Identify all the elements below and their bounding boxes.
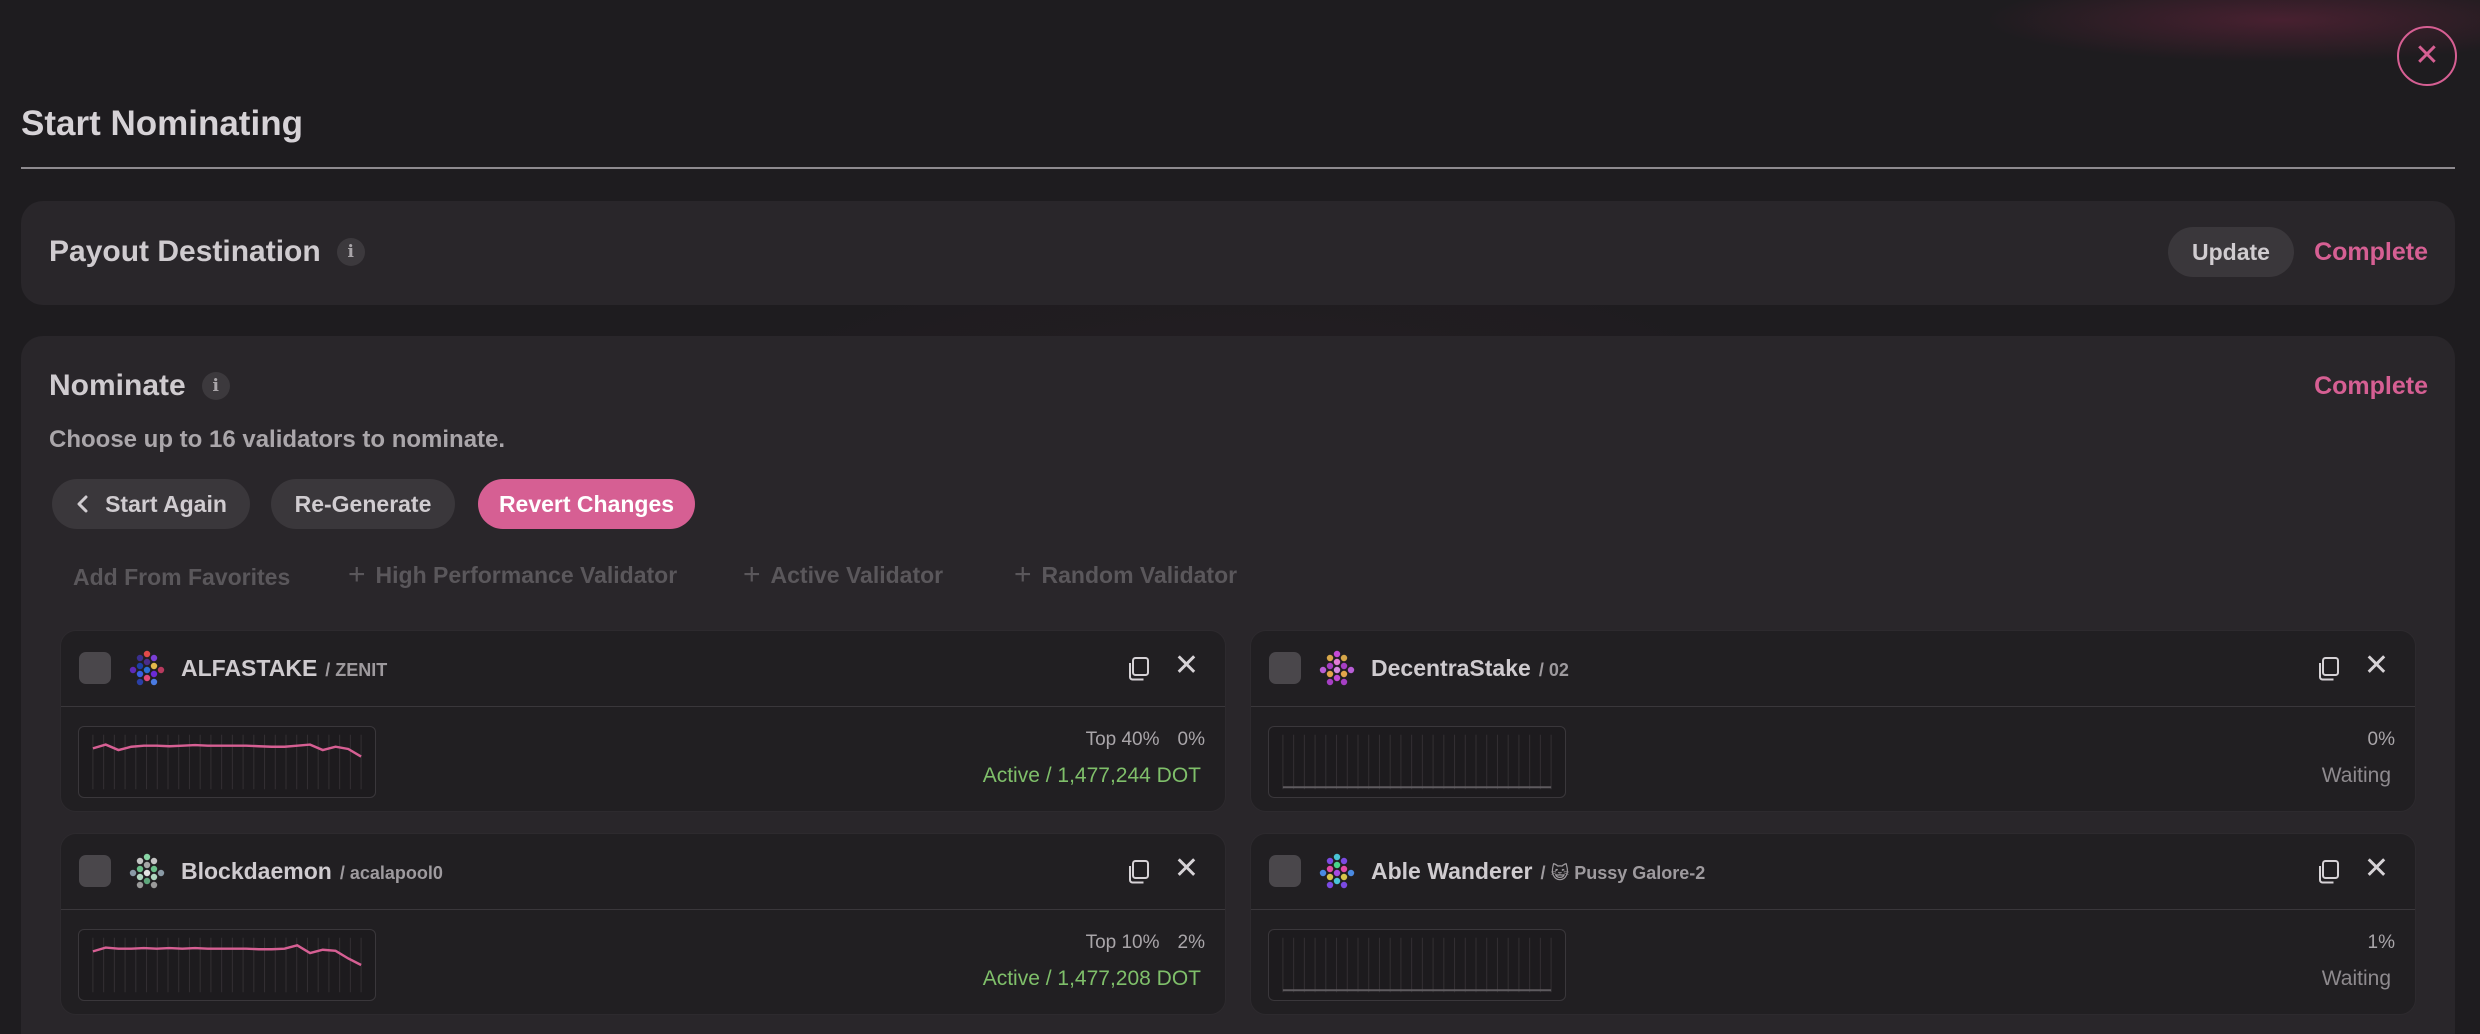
validator-commission: 1%: [2367, 932, 2395, 953]
card-divider: [1251, 706, 2415, 707]
payout-heading-label: Payout Destination: [49, 235, 321, 268]
era-points-sparkline: [78, 726, 376, 798]
add-from-favorites-button[interactable]: Add From Favorites: [73, 564, 290, 591]
validator-commission: 2%: [1177, 932, 1205, 953]
copy-icon[interactable]: [2315, 656, 2341, 682]
select-checkbox[interactable]: [1269, 652, 1301, 684]
validator-rank: Top 40%: [1085, 729, 1160, 750]
nominate-section: Nominate i Complete Choose up to 16 vali…: [21, 336, 2455, 1034]
validator-name: DecentraStake / 02: [1371, 655, 1569, 682]
validator-card: ALFASTAKE / ZENIT ✕ Top 40% 0% Active / 1,…: [60, 630, 1226, 812]
copy-icon[interactable]: [1125, 656, 1151, 682]
chevron-left-icon: [77, 495, 88, 513]
copy-icon[interactable]: [2315, 859, 2341, 885]
remove-icon[interactable]: ✕: [1174, 651, 1199, 681]
validator-name-label: DecentraStake: [1371, 655, 1531, 681]
close-icon: ✕: [2414, 39, 2440, 72]
validator-status: Waiting: [2321, 967, 2391, 990]
info-icon[interactable]: i: [336, 238, 365, 266]
validator-stats: Top 40% 0%: [1086, 729, 1205, 751]
validator-commission: 0%: [1177, 729, 1205, 750]
select-checkbox[interactable]: [79, 855, 111, 887]
remove-icon[interactable]: ✕: [2364, 651, 2389, 681]
select-checkbox[interactable]: [1269, 855, 1301, 887]
payout-complete-status: Complete: [2314, 238, 2428, 266]
validator-status: Active / 1,477,208 DOT: [982, 967, 1201, 990]
select-checkbox[interactable]: [79, 652, 111, 684]
plus-icon: +: [743, 558, 761, 591]
validator-sub-identity: / 😺 Pussy Galore-2: [1540, 863, 1706, 883]
card-divider: [1251, 909, 2415, 910]
validator-name-label: ALFASTAKE: [181, 655, 318, 681]
regenerate-button[interactable]: Re-Generate: [271, 479, 455, 529]
identicon: [1319, 650, 1355, 686]
nominate-complete-status: Complete: [2314, 372, 2428, 400]
payout-heading: Payout Destination i: [49, 235, 365, 269]
payout-destination-section: Payout Destination i Update Complete: [21, 201, 2455, 305]
validator-commission: 0%: [2367, 729, 2395, 750]
title-divider: [21, 167, 2455, 169]
add-random-button[interactable]: + Random Validator: [1014, 558, 1237, 592]
add-high-performance-label: High Performance Validator: [375, 561, 678, 588]
validator-card: Able Wanderer / 😺 Pussy Galore-2 ✕ 1% Wai…: [1250, 833, 2416, 1015]
close-button[interactable]: ✕: [2397, 26, 2457, 86]
validator-card: Blockdaemon / acalapool0 ✕ Top 10% 2% Acti…: [60, 833, 1226, 1015]
plus-icon: +: [348, 558, 366, 591]
validator-sub-identity: / ZENIT: [325, 660, 388, 680]
validator-stats: Top 10% 2%: [1086, 932, 1205, 954]
add-from-favorites-label: Add From Favorites: [73, 564, 291, 590]
era-points-sparkline: [1268, 929, 1566, 1001]
nominate-heading: Nominate i: [49, 369, 230, 403]
validator-sub-identity: / 02: [1538, 660, 1569, 680]
spark-series-line: [92, 743, 362, 758]
era-points-sparkline: [78, 929, 376, 1001]
validator-name-label: Blockdaemon: [181, 858, 332, 884]
era-points-sparkline: [1268, 726, 1566, 798]
validator-stats: 1%: [2368, 932, 2395, 954]
validator-card: DecentraStake / 02 ✕ 0% Waiting: [1250, 630, 2416, 812]
identicon: [1319, 853, 1355, 889]
revert-changes-button[interactable]: Revert Changes: [478, 479, 695, 529]
nominate-heading-label: Nominate: [49, 369, 186, 402]
validator-status: Active / 1,477,244 DOT: [982, 764, 1201, 787]
card-divider: [61, 706, 1225, 707]
validator-rank: Top 10%: [1085, 932, 1160, 953]
identicon: [129, 650, 165, 686]
page-title: Start Nominating: [21, 104, 303, 143]
update-button[interactable]: Update: [2168, 227, 2294, 277]
validator-name: Able Wanderer / 😺 Pussy Galore-2: [1371, 858, 1705, 885]
start-again-label: Start Again: [105, 490, 227, 517]
add-random-label: Random Validator: [1041, 561, 1238, 588]
start-again-button[interactable]: Start Again: [52, 479, 250, 529]
info-icon[interactable]: i: [201, 372, 230, 400]
card-divider: [61, 909, 1225, 910]
validator-stats: 0%: [2368, 729, 2395, 751]
identicon: [129, 853, 165, 889]
nominate-subtitle: Choose up to 16 validators to nominate.: [49, 426, 506, 453]
spark-series-line: [92, 944, 362, 967]
validator-sub-identity: / acalapool0: [339, 863, 443, 883]
add-active-button[interactable]: + Active Validator: [743, 558, 943, 592]
validator-name: Blockdaemon / acalapool0: [181, 858, 443, 885]
add-active-label: Active Validator: [770, 561, 944, 588]
validator-status: Waiting: [2321, 764, 2391, 787]
plus-icon: +: [1014, 558, 1032, 591]
validator-name-label: Able Wanderer: [1371, 858, 1533, 884]
copy-icon[interactable]: [1125, 859, 1151, 885]
add-high-performance-button[interactable]: + High Performance Validator: [348, 558, 677, 592]
validator-name: ALFASTAKE / ZENIT: [181, 655, 387, 682]
remove-icon[interactable]: ✕: [1174, 854, 1199, 884]
remove-icon[interactable]: ✕: [2364, 854, 2389, 884]
